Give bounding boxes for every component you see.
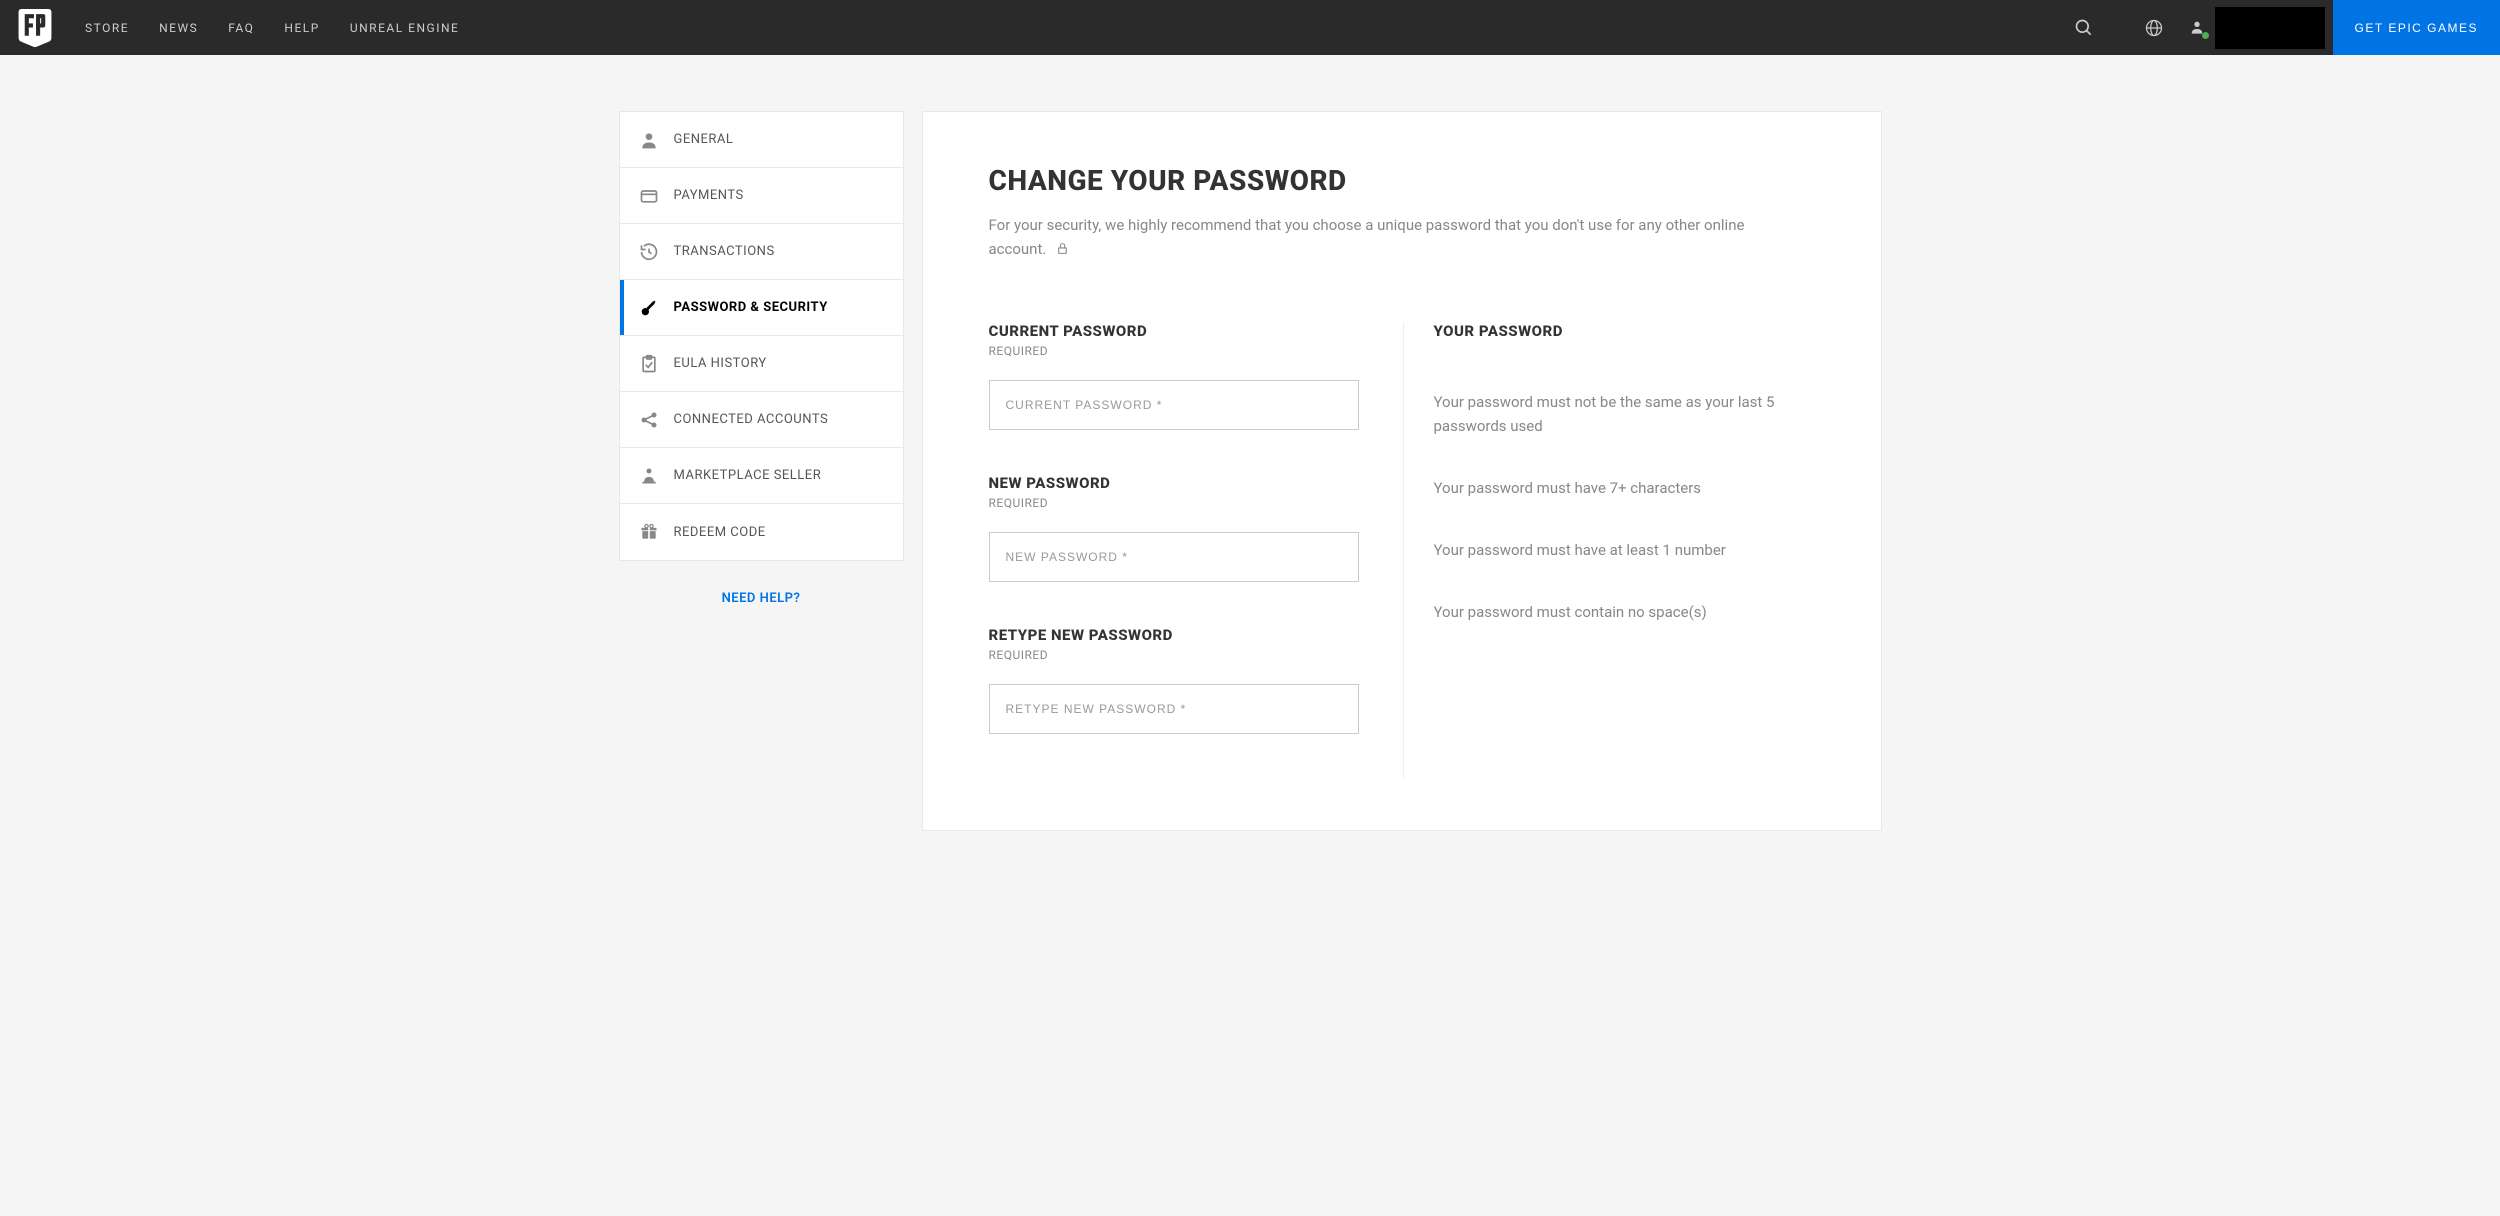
new-password-input[interactable] (989, 532, 1359, 582)
wallet-icon (638, 185, 660, 207)
nav-news[interactable]: NEWS (144, 0, 213, 55)
sidebar-item-transactions[interactable]: TRANSACTIONS (620, 224, 903, 280)
sidebar-item-label: CONNECTED ACCOUNTS (674, 412, 829, 427)
sidebar-item-redeem-code[interactable]: REDEEM CODE (620, 504, 903, 560)
rules-title: YOUR PASSWORD (1434, 322, 1815, 340)
current-password-label: CURRENT PASSWORD (989, 322, 1359, 340)
history-icon (638, 241, 660, 263)
sidebar-item-connected-accounts[interactable]: CONNECTED ACCOUNTS (620, 392, 903, 448)
sidebar-item-label: MARKETPLACE SELLER (674, 468, 822, 483)
required-text: REQUIRED (989, 496, 1359, 510)
sidebar-item-label: PASSWORD & SECURITY (674, 300, 828, 315)
site-header: STORE NEWS FAQ HELP UNREAL ENGINE GET EP… (0, 0, 2500, 55)
password-rule: Your password must contain no space(s) (1434, 600, 1815, 624)
password-rule: Your password must have 7+ characters (1434, 476, 1815, 500)
sidebar-item-label: GENERAL (674, 132, 734, 147)
sidebar-item-payments[interactable]: PAYMENTS (620, 168, 903, 224)
required-text: REQUIRED (989, 344, 1359, 358)
sidebar-item-label: PAYMENTS (674, 188, 744, 203)
user-menu[interactable] (2189, 0, 2333, 55)
nav-store[interactable]: STORE (70, 0, 144, 55)
current-password-input[interactable] (989, 380, 1359, 430)
share-icon (638, 409, 660, 431)
lock-icon (1056, 238, 1069, 262)
new-password-label: NEW PASSWORD (989, 474, 1359, 492)
account-sidebar: GENERAL PAYMENTS TRANSACTIONS PASSWORD &… (619, 111, 904, 831)
main-content: CHANGE YOUR PASSWORD For your security, … (922, 111, 1882, 831)
password-rule: Your password must have at least 1 numbe… (1434, 538, 1815, 562)
person-icon (638, 129, 660, 151)
clipboard-check-icon (638, 353, 660, 375)
gift-icon (638, 521, 660, 543)
sidebar-item-label: TRANSACTIONS (674, 244, 775, 259)
required-text: REQUIRED (989, 648, 1359, 662)
nav-unreal-engine[interactable]: UNREAL ENGINE (335, 0, 475, 55)
retype-password-label: RETYPE NEW PASSWORD (989, 626, 1359, 644)
online-status-dot (2202, 32, 2209, 39)
epic-logo[interactable] (15, 8, 55, 48)
seller-icon (638, 465, 660, 487)
sidebar-item-password-security[interactable]: PASSWORD & SECURITY (620, 280, 903, 336)
username-box (2215, 7, 2325, 49)
sidebar-item-label: EULA HISTORY (674, 356, 767, 371)
globe-icon[interactable] (2119, 0, 2189, 55)
password-rules: YOUR PASSWORD Your password must not be … (1403, 322, 1815, 778)
sidebar-item-general[interactable]: GENERAL (620, 112, 903, 168)
sidebar-item-eula-history[interactable]: EULA HISTORY (620, 336, 903, 392)
key-icon (638, 297, 660, 319)
sidebar-item-marketplace-seller[interactable]: MARKETPLACE SELLER (620, 448, 903, 504)
retype-password-input[interactable] (989, 684, 1359, 734)
page-title: CHANGE YOUR PASSWORD (989, 164, 1815, 197)
page-subtitle: For your security, we highly recommend t… (989, 213, 1789, 262)
need-help-link[interactable]: NEED HELP? (619, 591, 904, 606)
get-epic-games-button[interactable]: GET EPIC GAMES (2333, 0, 2500, 55)
sidebar-item-label: REDEEM CODE (674, 525, 766, 540)
search-icon[interactable] (2049, 0, 2119, 55)
password-form: CURRENT PASSWORD REQUIRED NEW PASSWORD R… (989, 322, 1403, 778)
password-rule: Your password must not be the same as yo… (1434, 390, 1815, 438)
user-icon (2189, 19, 2207, 37)
nav-help[interactable]: HELP (269, 0, 334, 55)
main-nav: STORE NEWS FAQ HELP UNREAL ENGINE (70, 0, 474, 55)
nav-faq[interactable]: FAQ (213, 0, 269, 55)
